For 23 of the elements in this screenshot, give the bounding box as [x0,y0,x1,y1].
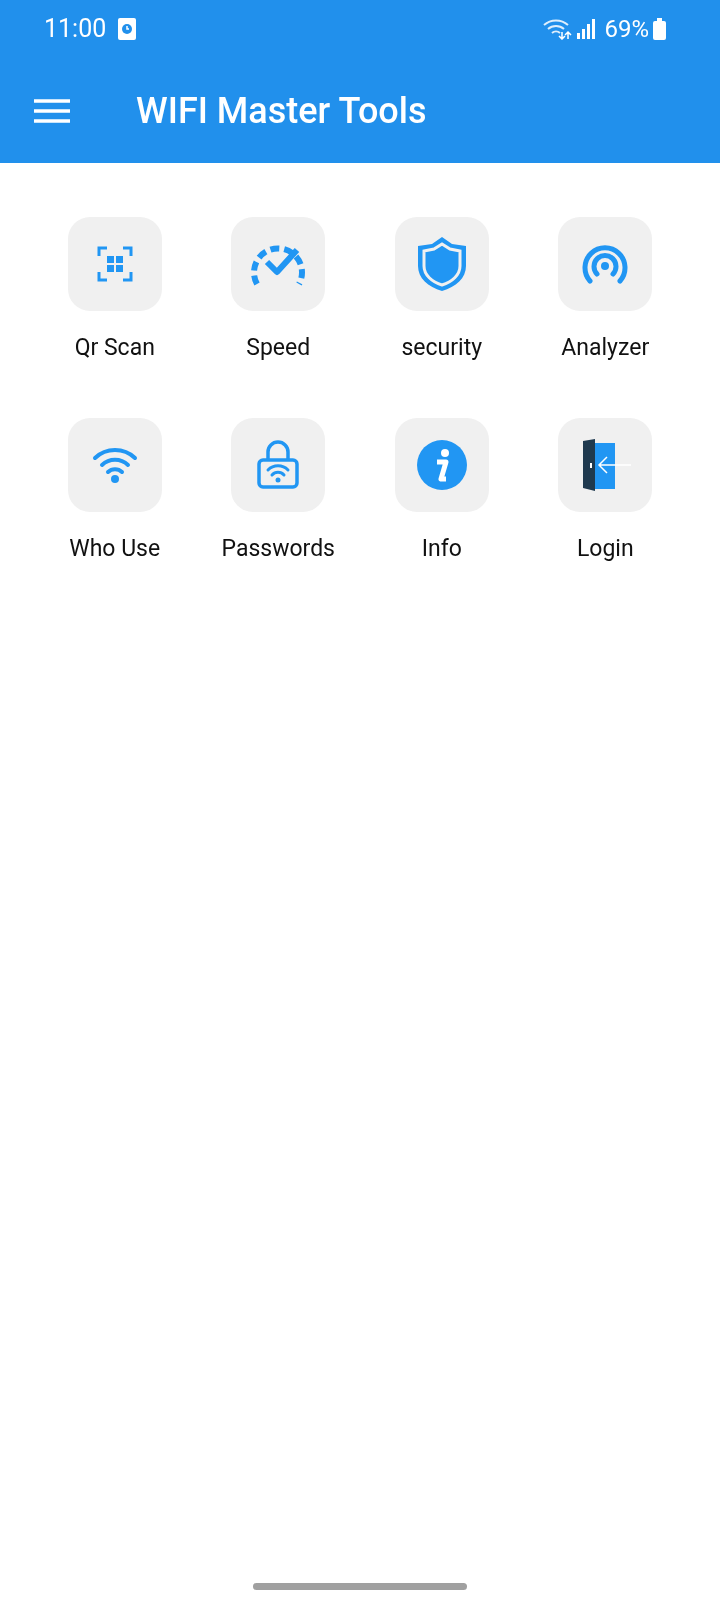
alarm-notification-icon [118,18,137,40]
tool-label: Analyzer [561,333,650,363]
broadcast-icon [581,243,630,285]
clock-time: 11:00 [44,13,107,46]
tool-label: Passwords [221,533,335,564]
info-icon [416,439,467,490]
tool-label: security [401,333,483,363]
menu-icon [34,98,70,123]
tool-label: Qr Scan [74,333,155,363]
tool-label: Speed [246,333,311,363]
wifi-lock-icon [256,439,301,490]
app-title: WIFI Master Tools [136,88,427,134]
tool-label: Info [421,533,462,564]
wifi-icon [91,445,138,484]
battery-icon [653,18,666,40]
wifi-status-icon [542,18,573,40]
shield-icon [415,235,468,293]
tool-label: Login [576,533,634,564]
cellular-signal-icon [576,19,597,39]
tool-button[interactable] [558,417,653,512]
battery-percent: 69% [604,14,649,45]
tool-label: Who Use [69,533,161,564]
qr-scan-icon [96,246,133,282]
